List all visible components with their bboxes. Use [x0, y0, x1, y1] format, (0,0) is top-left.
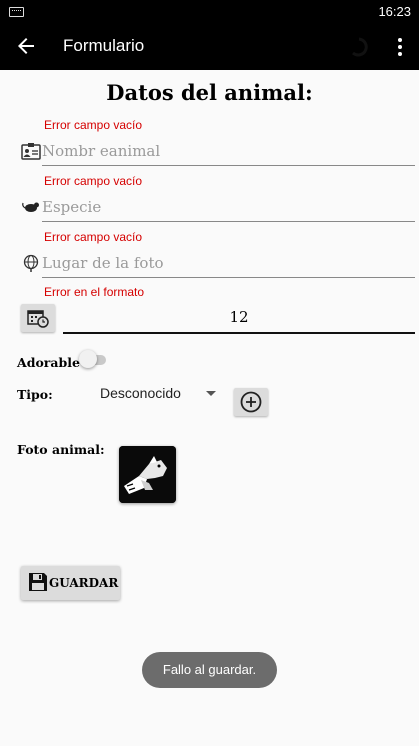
dropdown-arrow-icon: [206, 391, 216, 396]
keyboard-icon: [9, 7, 24, 17]
species-error: Error campo vacío: [44, 174, 143, 188]
name-field[interactable]: [42, 139, 415, 166]
date-error: Error en el formato: [44, 285, 145, 299]
floppy-disk-icon: [29, 573, 47, 591]
id-card-icon: [21, 143, 41, 160]
date-picker-button[interactable]: [21, 304, 55, 332]
species-field[interactable]: [42, 195, 415, 222]
loading-spinner-icon: [352, 37, 368, 57]
save-button[interactable]: GUARDAR: [21, 566, 120, 600]
arrow-back-icon[interactable]: [14, 34, 38, 58]
animal-photo-image: [119, 446, 176, 503]
place-input[interactable]: [42, 251, 415, 275]
place-field[interactable]: [42, 251, 415, 278]
animal-photo-button[interactable]: [119, 446, 176, 503]
species-input[interactable]: [42, 195, 415, 219]
app-bar: Formulario: [0, 24, 419, 70]
switch-thumb: [79, 350, 97, 368]
type-dropdown[interactable]: Desconocido: [100, 385, 220, 403]
toast-message: Fallo al guardar.: [142, 652, 277, 688]
status-time: 16:23: [378, 4, 411, 19]
form-heading: Datos del animal:: [106, 80, 313, 105]
calendar-clock-icon: [27, 310, 49, 328]
add-type-button[interactable]: [234, 388, 268, 416]
type-selected-value: Desconocido: [100, 385, 181, 401]
status-bar: 16:23: [0, 0, 419, 24]
adorable-label: Adorable: [17, 355, 80, 370]
globe-pin-icon: [23, 254, 39, 272]
type-label: Tipo:: [17, 387, 53, 402]
add-circle-icon: [240, 391, 262, 413]
save-button-label: GUARDAR: [49, 576, 119, 590]
more-vert-icon[interactable]: [390, 35, 410, 59]
name-input[interactable]: [42, 139, 415, 163]
photo-label: Foto animal:: [17, 442, 105, 457]
rat-icon: [22, 202, 39, 212]
place-error: Error campo vacío: [44, 230, 143, 244]
name-error: Error campo vacío: [44, 118, 143, 132]
page-title: Formulario: [63, 36, 145, 55]
adorable-switch[interactable]: [79, 350, 106, 368]
date-input[interactable]: 12: [63, 308, 415, 334]
